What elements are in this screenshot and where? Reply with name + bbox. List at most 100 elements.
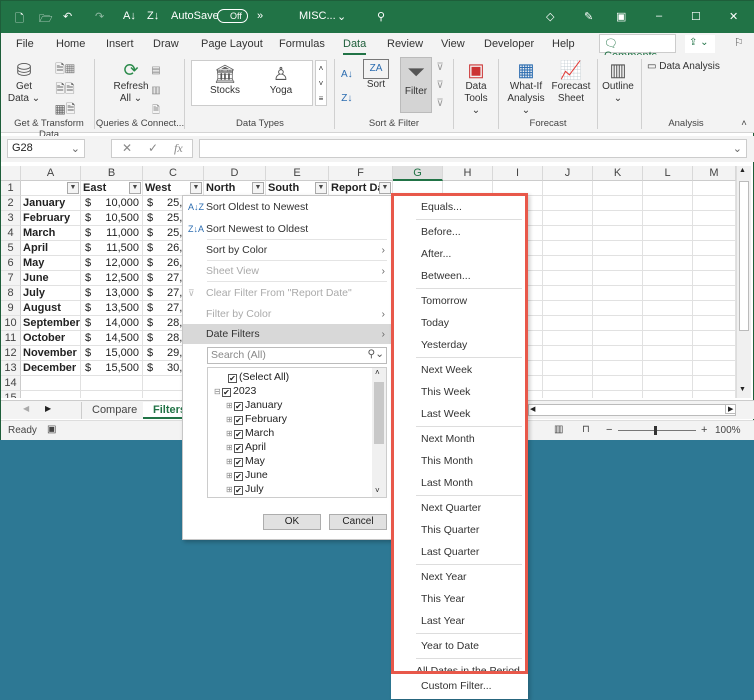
table-cell[interactable]: South ▼ — [266, 181, 329, 196]
table-cell[interactable]: $11,000 — [81, 226, 143, 241]
table-cell[interactable] — [543, 241, 593, 256]
yoga-button[interactable]: ♙ Yoga — [256, 63, 306, 97]
tab-help[interactable]: Help — [552, 38, 575, 50]
scroll-thumb[interactable] — [739, 181, 749, 331]
table-cell[interactable] — [643, 361, 693, 376]
table-cell[interactable] — [21, 376, 81, 391]
pen-icon[interactable]: ✎ — [584, 10, 593, 23]
table-cell[interactable] — [543, 301, 593, 316]
table-cell[interactable] — [593, 301, 643, 316]
expand-icon[interactable]: ⊞ — [226, 413, 234, 427]
column-header[interactable]: L — [643, 166, 693, 181]
table-cell[interactable]: $10,000 — [81, 196, 143, 211]
table-cell[interactable] — [693, 391, 736, 398]
table-cell[interactable] — [593, 346, 643, 361]
tree-scroll-thumb[interactable] — [374, 382, 384, 444]
open-icon[interactable]: 🗁 — [39, 10, 53, 29]
scroll-right-icon[interactable]: ▶ — [725, 404, 737, 414]
table-cell[interactable]: $14,000 — [81, 316, 143, 331]
stocks-button[interactable]: 🏛 Stocks — [200, 63, 250, 97]
table-cell[interactable] — [543, 361, 593, 376]
table-cell[interactable] — [693, 226, 736, 241]
new-file-icon[interactable]: 🗋 — [15, 10, 24, 29]
column-header[interactable]: A — [21, 166, 81, 181]
tab-data[interactable]: Data — [343, 38, 367, 55]
zoom-in-icon[interactable]: + — [701, 424, 707, 436]
table-cell[interactable]: May — [21, 256, 81, 271]
table-cell[interactable] — [643, 331, 693, 346]
table-cell[interactable] — [643, 271, 693, 286]
column-header[interactable]: C — [143, 166, 204, 181]
table-cell[interactable] — [693, 346, 736, 361]
expand-icon[interactable]: ⊞ — [226, 483, 234, 497]
table-cell[interactable] — [643, 226, 693, 241]
expand-icon[interactable]: ⊞ — [226, 427, 234, 441]
scroll-down-icon[interactable]: ▼ — [739, 386, 746, 393]
row-header[interactable]: 10 — [1, 316, 21, 331]
sheet-tab-compare[interactable]: Compare — [81, 402, 147, 419]
table-cell[interactable] — [693, 361, 736, 376]
zoom-slider-thumb[interactable] — [654, 426, 657, 435]
table-cell[interactable] — [593, 391, 643, 398]
table-cell[interactable] — [693, 256, 736, 271]
forecast-sheet-button[interactable]: 📈 Forecast Sheet — [551, 59, 591, 105]
tab-formulas[interactable]: Formulas — [279, 38, 325, 50]
row-header[interactable]: 15 — [1, 391, 21, 398]
column-header[interactable]: G — [393, 166, 443, 181]
table-cell[interactable]: $15,000 — [81, 346, 143, 361]
table-cell[interactable] — [643, 196, 693, 211]
row-header[interactable]: 12 — [1, 346, 21, 361]
tree-scrollbar[interactable]: ˄ ˅ — [372, 368, 386, 497]
table-cell[interactable]: December — [21, 361, 81, 376]
table-cell[interactable] — [543, 286, 593, 301]
table-cell[interactable] — [643, 346, 693, 361]
import-icons[interactable]: 🗎▦ 🗎🗎 ▦🗎 — [45, 59, 85, 119]
table-cell[interactable] — [693, 211, 736, 226]
more-commands[interactable]: » — [257, 10, 263, 22]
tab-page-layout[interactable]: Page Layout — [201, 38, 263, 50]
minimize-icon[interactable]: – — [656, 10, 662, 22]
table-cell[interactable]: Report Da ▼ — [329, 181, 393, 196]
table-cell[interactable]: February — [21, 211, 81, 226]
column-header[interactable]: B — [81, 166, 143, 181]
row-header[interactable]: 7 — [1, 271, 21, 286]
page-layout-view-icon[interactable]: ▥ — [554, 424, 563, 435]
table-cell[interactable] — [643, 316, 693, 331]
table-cell[interactable] — [643, 181, 693, 196]
table-cell[interactable]: March — [21, 226, 81, 241]
menu-item-sort-oldest-to-newest[interactable]: A↓Z Sort Oldest to Newest — [183, 197, 391, 217]
menu-item-filter-by-color[interactable]: Filter by Color › — [183, 304, 391, 324]
table-cell[interactable] — [543, 316, 593, 331]
row-header[interactable]: 2 — [1, 196, 21, 211]
table-cell[interactable] — [543, 256, 593, 271]
menu-item-clear-filter-from-report-date[interactable]: ⊽ Clear Filter From "Report Date" — [183, 283, 391, 303]
table-cell[interactable] — [693, 331, 736, 346]
chevron-down-icon[interactable]: ⌄ — [337, 10, 346, 23]
table-cell[interactable]: October — [21, 331, 81, 346]
filter-search-input[interactable]: Search (All) ⚲⌄ — [207, 347, 387, 364]
filter-dropdown-active[interactable]: ▼ — [379, 182, 391, 194]
row-header[interactable]: 5 — [1, 241, 21, 256]
table-cell[interactable] — [693, 196, 736, 211]
vertical-scrollbar[interactable]: ▲ ▼ — [736, 166, 751, 398]
checkbox[interactable]: ✔ — [234, 416, 243, 425]
tree-item[interactable]: ⊟ ✔ 2023 — [214, 384, 256, 398]
get-data-button[interactable]: ⛁ Get Data ⌄ — [7, 59, 41, 105]
table-cell[interactable] — [693, 316, 736, 331]
sort-descending-icon[interactable]: Z↓ — [147, 10, 159, 22]
column-header[interactable]: M — [693, 166, 736, 181]
table-cell[interactable] — [543, 331, 593, 346]
ribbon-display-icon[interactable]: ▣ — [616, 10, 626, 23]
table-cell[interactable] — [693, 181, 736, 196]
table-cell[interactable] — [593, 271, 643, 286]
table-cell[interactable] — [81, 391, 143, 398]
filter-dropdown-button[interactable]: ▼ — [315, 182, 327, 194]
column-header[interactable]: I — [493, 166, 543, 181]
menu-item-sheet-view[interactable]: Sheet View › — [183, 261, 391, 281]
row-header[interactable]: 6 — [1, 256, 21, 271]
filter-dropdown-button[interactable]: ▼ — [252, 182, 264, 194]
checkbox[interactable]: ✔ — [222, 388, 231, 397]
outline-button[interactable]: ▥ Outline ⌄ — [601, 59, 635, 105]
tree-item[interactable]: ⊞ ✔ March — [226, 426, 274, 440]
column-header[interactable]: H — [443, 166, 493, 181]
